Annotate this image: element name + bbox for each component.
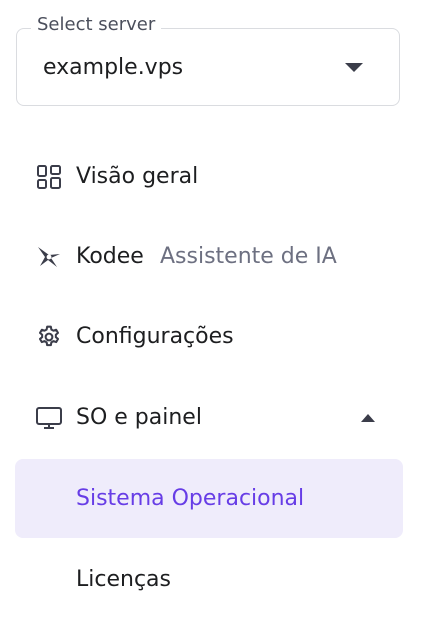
submenu-item-operating-system[interactable]: Sistema Operacional: [15, 459, 403, 538]
submenu-item-label: Licenças: [76, 567, 171, 592]
vps-sidebar: example.vps Select server Visão geral Ko…: [0, 0, 428, 634]
menu-item-sublabel: Assistente de IA: [160, 244, 337, 269]
caret-down-icon: [345, 63, 363, 72]
server-select[interactable]: example.vps: [16, 28, 400, 106]
chevron-up-icon[interactable]: [361, 414, 375, 422]
submenu-item-licenses[interactable]: Licenças: [15, 540, 403, 619]
menu-item-overview[interactable]: Visão geral: [15, 137, 403, 217]
menu-item-label: SO e painel: [76, 405, 202, 430]
menu-item-settings[interactable]: Configurações: [15, 297, 403, 377]
menu-item-os-panel[interactable]: SO e painel: [15, 378, 403, 458]
submenu-item-label: Sistema Operacional: [76, 486, 305, 511]
gear-icon: [35, 323, 63, 351]
menu-item-label: Visão geral: [76, 164, 199, 189]
server-select-label: Select server: [31, 13, 162, 37]
menu-item-kodee[interactable]: Kodee Assistente de IA: [15, 217, 403, 297]
kodee-star-icon: [35, 243, 63, 271]
server-select-value: example.vps: [43, 55, 184, 80]
monitor-icon: [35, 404, 63, 432]
menu-item-label: Kodee: [76, 244, 144, 269]
menu-item-label: Configurações: [76, 324, 234, 349]
grid-icon: [35, 163, 63, 191]
